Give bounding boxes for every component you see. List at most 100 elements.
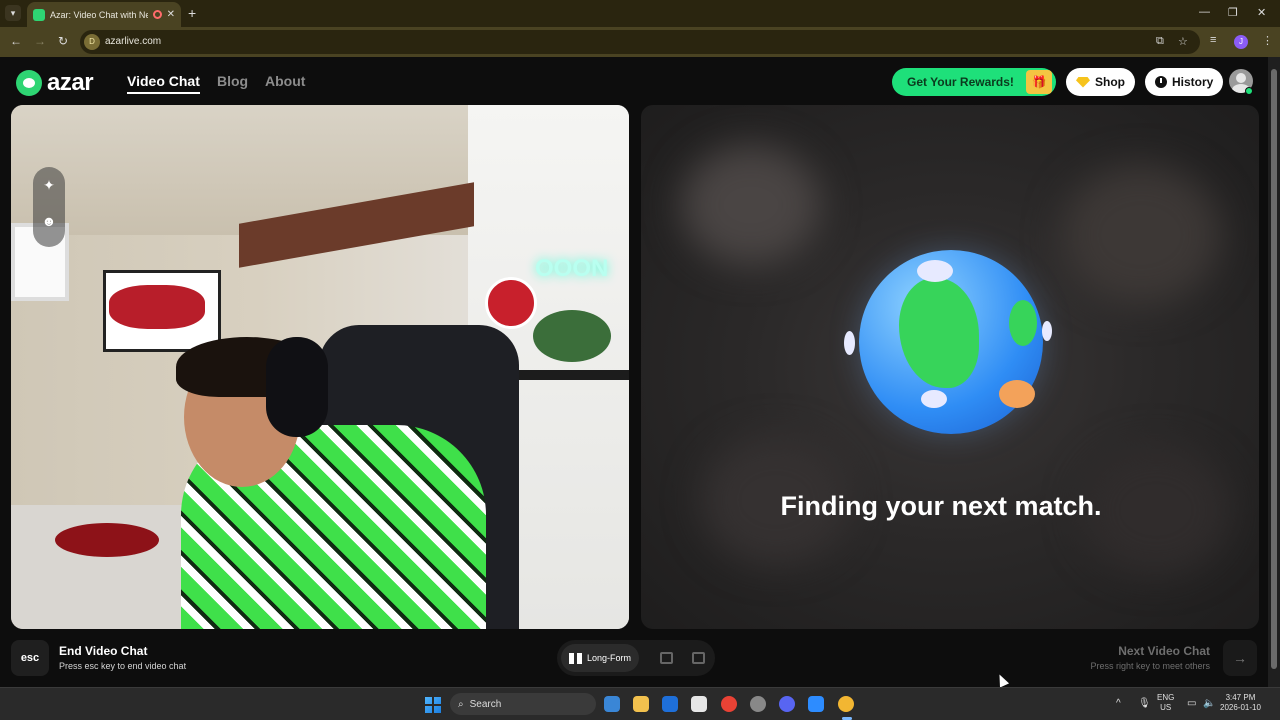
azar-app: azar Video Chat Blog About Get Your Rewa… <box>0 57 1268 687</box>
globe-cloud <box>844 331 855 355</box>
camera-scene-poster-art <box>109 285 205 329</box>
site-info-icon[interactable]: D <box>84 34 100 50</box>
tray-overflow-icon[interactable]: ^ <box>1116 698 1121 709</box>
new-tab-button[interactable]: + <box>188 5 196 21</box>
match-video-panel: Finding your next match. <box>641 105 1259 629</box>
clock-time: 3:47 PM <box>1225 693 1256 702</box>
browser-tab-strip: ▾ Azar: Video Chat with New ✕ + — ❐ ✕ <box>0 0 1280 27</box>
taskbar-search[interactable]: ⌕ Search <box>450 693 596 715</box>
discord-icon[interactable] <box>779 696 795 712</box>
taskbar-search-placeholder: Search <box>469 698 502 710</box>
nav-about[interactable]: About <box>265 73 305 89</box>
azar-logo[interactable]: azar <box>16 69 94 97</box>
windows-taskbar: ⌕ Search ^ 🎙 ENG US ▭ 🔈 3:47 PM 2026-01-… <box>0 687 1280 720</box>
browser-toolbar: ← → ↻ D azarlive.com ⧉ ☆ <box>0 27 1280 57</box>
browser-profile-avatar[interactable]: J <box>1234 35 1248 49</box>
blurred-background-shape <box>681 145 821 265</box>
search-icon: ⌕ <box>458 698 464 710</box>
minimize-button[interactable]: — <box>1199 6 1210 18</box>
media-controls-icon[interactable]: ≡ <box>1210 34 1216 46</box>
network-icon[interactable]: ▭ <box>1187 698 1196 709</box>
browser-menu-icon[interactable]: ⋮ <box>1262 34 1273 47</box>
nav-video-chat[interactable]: Video Chat <box>127 73 200 94</box>
clock-date: 2026-01-10 <box>1220 703 1261 712</box>
gift-icon: 🎁 <box>1026 70 1052 94</box>
scrollbar-thumb[interactable] <box>1271 69 1277 669</box>
camera-person-headset <box>266 337 328 437</box>
tab-search-icon[interactable]: ▾ <box>5 5 21 21</box>
sparkle-effects-icon[interactable]: ✦ <box>37 173 61 197</box>
reload-icon[interactable]: ↻ <box>58 34 68 48</box>
address-bar[interactable]: D azarlive.com ⧉ ☆ <box>80 30 1200 54</box>
camera-scene-neon-sign: OOON <box>535 255 609 282</box>
stacked-layout-icon[interactable] <box>660 652 673 664</box>
globe-land <box>999 380 1035 408</box>
nav-blog[interactable]: Blog <box>217 73 248 89</box>
obs-icon[interactable] <box>750 696 766 712</box>
end-video-chat-title[interactable]: End Video Chat <box>59 644 147 658</box>
next-chat-arrow-button[interactable]: → <box>1223 640 1257 676</box>
logo-text: azar <box>47 69 94 96</box>
camera-scene-shelf <box>513 370 629 380</box>
bookmark-star-icon[interactable]: ☆ <box>1178 35 1188 48</box>
azar-logo-icon <box>16 70 42 96</box>
end-video-chat-hint: Press esc key to end video chat <box>59 661 187 671</box>
volume-icon[interactable]: 🔈 <box>1203 698 1215 709</box>
long-form-icon <box>568 652 582 664</box>
rewards-label: Get Your Rewards! <box>907 75 1014 89</box>
globe-cloud <box>921 390 947 408</box>
outlook-icon[interactable] <box>662 696 678 712</box>
camera-scene-emblem <box>485 277 537 329</box>
restore-button[interactable]: ❐ <box>1228 6 1238 19</box>
face-filter-icon[interactable]: ☻ <box>37 209 61 233</box>
video-effects-toolbar: ✦ ☻ <box>33 167 65 247</box>
rewards-button[interactable]: Get Your Rewards! 🎁 <box>892 68 1056 96</box>
chrome-active-icon[interactable] <box>838 696 854 712</box>
globe-icon <box>859 250 1043 434</box>
layout-mode-switcher: Long-Form <box>557 640 715 676</box>
next-video-chat-hint: Press right key to meet others <box>1090 661 1210 671</box>
blurred-background-shape <box>1061 165 1221 305</box>
tab-close-icon[interactable]: ✕ <box>167 9 175 20</box>
file-explorer-icon[interactable] <box>633 696 649 712</box>
shop-label: Shop <box>1095 75 1125 89</box>
install-app-icon[interactable]: ⧉ <box>1156 35 1164 48</box>
taskbar-clock[interactable]: 3:47 PM 2026-01-10 <box>1220 693 1261 713</box>
online-status-icon <box>1245 87 1253 95</box>
shop-button[interactable]: Shop <box>1066 68 1135 96</box>
chrome-icon[interactable] <box>721 696 737 712</box>
browser-tab[interactable]: Azar: Video Chat with New ✕ <box>27 2 181 27</box>
azar-favicon-icon <box>33 8 45 21</box>
url-text[interactable]: azarlive.com <box>105 36 161 47</box>
widgets-icon[interactable] <box>604 696 620 712</box>
grid-layout-icon[interactable] <box>692 652 705 664</box>
gem-icon <box>1076 76 1090 88</box>
self-video-feed: OOON ✦ ☻ <box>11 105 629 629</box>
camera-scene-pillow <box>55 523 159 557</box>
long-form-mode-button[interactable]: Long-Form <box>561 644 639 672</box>
close-window-button[interactable]: ✕ <box>1257 6 1266 19</box>
forward-icon[interactable]: → <box>34 34 46 48</box>
microphone-icon[interactable]: 🎙 <box>1138 698 1151 709</box>
tab-title: Azar: Video Chat with New <box>50 9 148 20</box>
zoom-icon[interactable] <box>808 696 824 712</box>
next-video-chat-title[interactable]: Next Video Chat <box>1060 644 1210 658</box>
history-label: History <box>1172 75 1214 89</box>
long-form-label: Long-Form <box>586 653 631 663</box>
language-code: ENG <box>1157 693 1175 702</box>
history-button[interactable]: History <box>1145 68 1224 96</box>
page-scrollbar[interactable] <box>1268 57 1280 687</box>
clock-icon <box>1155 76 1167 88</box>
end-chat-key-button[interactable]: esc <box>11 640 49 676</box>
camera-scene-plant <box>533 310 611 362</box>
globe-land <box>1009 300 1037 346</box>
back-icon[interactable]: ← <box>10 34 22 48</box>
language-indicator[interactable]: ENG US <box>1157 693 1174 713</box>
store-icon[interactable] <box>691 696 707 712</box>
globe-cloud <box>917 260 953 282</box>
windows-start-icon[interactable] <box>425 697 441 713</box>
finding-match-message: Finding your next match. <box>780 491 1102 521</box>
recording-indicator-icon <box>152 10 162 19</box>
globe-land <box>899 278 979 388</box>
region-code: US <box>1160 703 1172 712</box>
